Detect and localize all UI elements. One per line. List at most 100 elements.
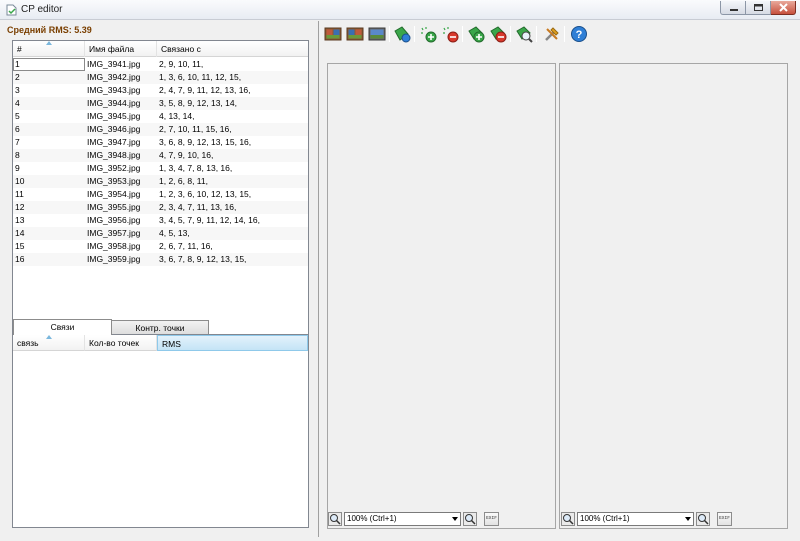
cell-linked: 3, 5, 8, 9, 12, 13, 14, — [159, 98, 237, 108]
cell-number: 2 — [15, 72, 20, 82]
cell-number: 13 — [15, 215, 25, 225]
add-link-icon[interactable] — [467, 25, 485, 43]
table-row[interactable]: 1 IMG_3941.jpg 2, 9, 10, 11, — [13, 58, 308, 71]
add-points-icon[interactable] — [419, 25, 437, 43]
left-panel: Средний RMS: 5.39 # Имя файла Связано с … — [3, 21, 315, 537]
zoom-value: 100% (Ctrl+1) — [347, 514, 397, 523]
table-row[interactable]: 13 IMG_3956.jpg 3, 4, 5, 7, 9, 11, 12, 14,… — [13, 214, 308, 227]
right-panel: ? 100% (Ctrl+1) EXIF 100% (Ctrl+1) EXIF — [318, 21, 796, 537]
app-icon — [6, 4, 17, 16]
table-row[interactable]: 6 IMG_3946.jpg 2, 7, 10, 11, 15, 16, — [13, 123, 308, 136]
cell-filename: IMG_3944.jpg — [87, 98, 141, 108]
cell-filename: IMG_3943.jpg — [87, 85, 141, 95]
zoom-out-icon[interactable] — [328, 512, 342, 526]
find-points-icon[interactable] — [515, 25, 533, 43]
cell-filename: IMG_3958.jpg — [87, 241, 141, 251]
close-button[interactable] — [771, 1, 796, 15]
table-row[interactable]: 10 IMG_3953.jpg 1, 2, 6, 8, 11, — [13, 175, 308, 188]
table-row[interactable]: 9 IMG_3952.jpg 1, 3, 4, 7, 8, 13, 16, — [13, 162, 308, 175]
table-row[interactable]: 2 IMG_3942.jpg 1, 3, 6, 10, 11, 12, 15, — [13, 71, 308, 84]
table-row[interactable]: 4 IMG_3944.jpg 3, 5, 8, 9, 12, 13, 14, — [13, 97, 308, 110]
exif-button[interactable]: EXIF — [484, 512, 499, 526]
sort-ascending-icon — [46, 41, 52, 45]
table-row[interactable]: 7 IMG_3947.jpg 3, 6, 8, 9, 12, 13, 15, 16, — [13, 136, 308, 149]
cell-filename: IMG_3948.jpg — [87, 150, 141, 160]
table-row[interactable]: 15 IMG_3958.jpg 2, 6, 7, 11, 16, — [13, 240, 308, 253]
cell-number: 5 — [15, 111, 20, 121]
optimize-icon[interactable] — [393, 25, 411, 43]
help-icon[interactable]: ? — [570, 25, 588, 43]
zoom-out-icon[interactable] — [561, 512, 575, 526]
cell-number: 11 — [15, 189, 24, 199]
open-pair-right-icon[interactable] — [368, 25, 386, 43]
tab-links[interactable]: Связи — [13, 319, 112, 335]
window-title: CP editor — [21, 4, 63, 15]
table-row[interactable]: 5 IMG_3945.jpg 4, 13, 14, — [13, 110, 308, 123]
viewer-controls-right: 100% (Ctrl+1) EXIF — [561, 512, 789, 528]
settings-icon[interactable] — [543, 25, 561, 43]
cell-linked: 1, 2, 6, 8, 11, — [159, 176, 208, 186]
cell-number: 6 — [15, 124, 20, 134]
cell-linked: 2, 3, 4, 7, 11, 13, 16, — [159, 202, 237, 212]
cell-number: 12 — [15, 202, 25, 212]
zoom-in-icon[interactable] — [696, 512, 710, 526]
cell-filename: IMG_3953.jpg — [87, 176, 141, 186]
cell-filename: IMG_3952.jpg — [87, 163, 141, 173]
table-row[interactable]: 12 IMG_3955.jpg 2, 3, 4, 7, 11, 13, 16, — [13, 201, 308, 214]
remove-link-icon[interactable] — [489, 25, 507, 43]
cell-number: 10 — [15, 176, 25, 186]
cell-linked: 4, 7, 9, 10, 16, — [159, 150, 214, 160]
cell-filename: IMG_3942.jpg — [87, 72, 141, 82]
exif-button[interactable]: EXIF — [717, 512, 732, 526]
files-table[interactable]: # Имя файла Связано с 1 IMG_3941.jpg 2, 9,… — [12, 40, 309, 336]
table-row[interactable]: 3 IMG_3943.jpg 2, 4, 7, 9, 11, 12, 13, 16, — [13, 84, 308, 97]
cell-linked: 2, 6, 7, 11, 16, — [159, 241, 213, 251]
cell-linked: 4, 5, 13, — [159, 228, 190, 238]
cell-filename: IMG_3957.jpg — [87, 228, 141, 238]
cell-linked: 2, 4, 7, 9, 11, 12, 13, 16, — [159, 85, 251, 95]
table-row[interactable]: 8 IMG_3948.jpg 4, 7, 9, 10, 16, — [13, 149, 308, 162]
remove-points-icon[interactable] — [441, 25, 459, 43]
cell-linked: 3, 6, 7, 8, 9, 12, 13, 15, — [159, 254, 247, 264]
cell-number: 3 — [15, 85, 20, 95]
cell-number: 14 — [15, 228, 25, 238]
column-header-rms[interactable]: RMS — [157, 335, 308, 351]
zoom-in-icon[interactable] — [463, 512, 477, 526]
toolbar-separator — [389, 26, 390, 42]
minimize-button[interactable] — [720, 1, 746, 15]
zoom-value: 100% (Ctrl+1) — [580, 514, 630, 523]
sort-ascending-icon — [46, 335, 52, 339]
cell-filename: IMG_3956.jpg — [87, 215, 141, 225]
open-pair-left-icon[interactable] — [346, 25, 364, 43]
table-row[interactable]: 11 IMG_3954.jpg 1, 2, 3, 6, 10, 12, 13, 15… — [13, 188, 308, 201]
column-header-point-count[interactable]: Кол-во точек — [85, 335, 157, 351]
tab-control-points[interactable]: Контр. точки — [111, 320, 209, 335]
chevron-down-icon — [452, 517, 458, 521]
image-viewer-left[interactable] — [327, 63, 556, 529]
cell-linked: 2, 9, 10, 11, — [159, 59, 204, 69]
cell-linked: 1, 3, 4, 7, 8, 13, 16, — [159, 163, 233, 173]
maximize-button[interactable] — [746, 1, 771, 15]
column-header-filename[interactable]: Имя файла — [85, 41, 157, 57]
cell-filename: IMG_3947.jpg — [87, 137, 141, 147]
cell-linked: 3, 4, 5, 7, 9, 11, 12, 14, 16, — [159, 215, 260, 225]
cell-number: 9 — [15, 163, 20, 173]
toolbar-separator — [564, 26, 565, 42]
cell-filename: IMG_3945.jpg — [87, 111, 141, 121]
cell-filename: IMG_3946.jpg — [87, 124, 141, 134]
column-header-linked[interactable]: Связано с — [157, 41, 308, 57]
svg-text:?: ? — [576, 29, 583, 41]
links-table[interactable]: связь Кол-во точек RMS — [12, 334, 309, 528]
zoom-select[interactable]: 100% (Ctrl+1) — [577, 512, 694, 526]
cell-number: 7 — [15, 137, 20, 147]
average-rms-label: Средний RMS: 5.39 — [7, 25, 92, 35]
viewer-controls-left: 100% (Ctrl+1) EXIF — [328, 512, 556, 528]
table-row[interactable]: 14 IMG_3957.jpg 4, 5, 13, — [13, 227, 308, 240]
zoom-select[interactable]: 100% (Ctrl+1) — [344, 512, 461, 526]
toolbar-separator — [414, 26, 415, 42]
cell-linked: 1, 3, 6, 10, 11, 12, 15, — [159, 72, 242, 82]
files-table-header: # Имя файла Связано с — [13, 41, 308, 57]
image-viewer-right[interactable] — [559, 63, 788, 529]
open-images-icon[interactable] — [324, 25, 342, 43]
table-row[interactable]: 16 IMG_3959.jpg 3, 6, 7, 8, 9, 12, 13, 15, — [13, 253, 308, 266]
